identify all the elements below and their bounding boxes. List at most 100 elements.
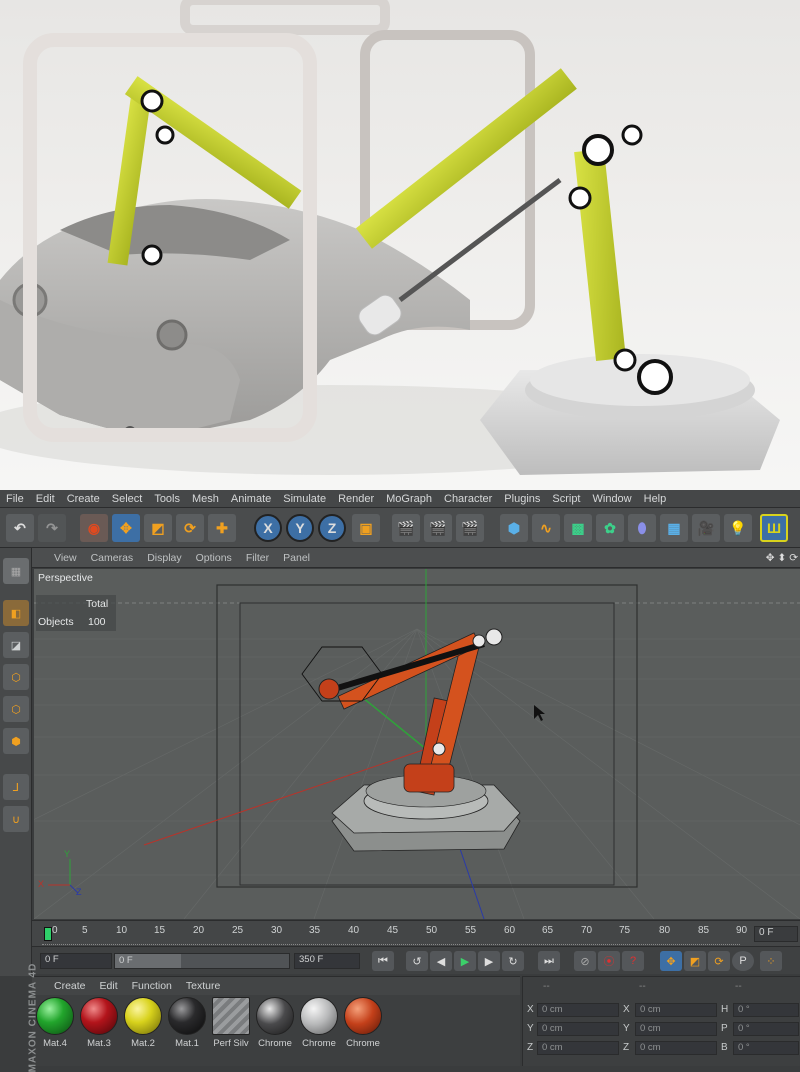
menu-animate[interactable]: Animate <box>225 490 277 508</box>
menu-window[interactable]: Window <box>587 490 638 508</box>
menu-simulate[interactable]: Simulate <box>277 490 332 508</box>
viewport-nav-icons[interactable]: ✥ ⬍ ⟳ <box>759 552 800 564</box>
menu-mograph[interactable]: MoGraph <box>380 490 438 508</box>
frame-slider-handle[interactable]: 0 F <box>115 954 181 968</box>
coordinate-system-button[interactable]: ▣ <box>352 514 380 542</box>
vp-menu-panel[interactable]: Panel <box>276 552 317 564</box>
array-button[interactable]: ✿ <box>596 514 624 542</box>
points-mode-button[interactable]: ⬡ <box>3 664 29 690</box>
key-rotation-button[interactable]: ⟳ <box>708 951 730 971</box>
menu-help[interactable]: Help <box>638 490 673 508</box>
edges-mode-button[interactable]: ⬡ <box>3 696 29 722</box>
move-tool-button[interactable]: ✥ <box>112 514 140 542</box>
position-y-field[interactable]: 0 cm <box>537 1022 619 1036</box>
render-picture-viewer-button[interactable]: 🎬 <box>424 514 452 542</box>
position-x-field[interactable]: 0 cm <box>537 1003 619 1017</box>
mat-menu-texture[interactable]: Texture <box>179 980 227 992</box>
scale-tool-button[interactable]: ◩ <box>144 514 172 542</box>
mat-menu-edit[interactable]: Edit <box>93 980 125 992</box>
size-x-field[interactable]: 0 cm <box>635 1003 717 1017</box>
object-mode-button[interactable]: ▦ <box>3 558 29 584</box>
model-mode-button[interactable]: ◧ <box>3 600 29 626</box>
start-frame-field[interactable]: 0 F <box>40 953 112 969</box>
camera-button[interactable]: 🎥 <box>692 514 720 542</box>
material-swatch[interactable]: Mat.1 <box>167 997 207 1055</box>
rotation-h-field[interactable]: 0 ° <box>733 1003 799 1017</box>
vp-menu-cameras[interactable]: Cameras <box>84 552 141 564</box>
live-selection-button[interactable]: ◉ <box>80 514 108 542</box>
menu-create[interactable]: Create <box>61 490 106 508</box>
menu-script[interactable]: Script <box>546 490 586 508</box>
menu-file[interactable]: File <box>0 490 30 508</box>
layout-button[interactable]: Ш <box>760 514 788 542</box>
menu-plugins[interactable]: Plugins <box>498 490 546 508</box>
snap-button[interactable]: ∪ <box>3 806 29 832</box>
perspective-viewport[interactable]: Perspective Total Objects 100 Y X Z <box>34 569 800 919</box>
size-y-field[interactable]: 0 cm <box>635 1022 717 1036</box>
key-scale-button[interactable]: ◩ <box>684 951 706 971</box>
material-swatch[interactable]: Mat.3 <box>79 997 119 1055</box>
goto-end-button[interactable]: ⏭ <box>538 951 560 971</box>
material-preview <box>168 997 206 1035</box>
key-position-button[interactable]: ✥ <box>660 951 682 971</box>
menu-edit[interactable]: Edit <box>30 490 61 508</box>
selection-cursor-icon: ◉ <box>87 519 101 536</box>
material-swatch[interactable]: Chrome <box>255 997 295 1055</box>
record-keys-button[interactable]: ⊘ <box>574 951 596 971</box>
current-frame-field[interactable]: 0 F <box>754 926 798 942</box>
cube-object-button[interactable]: ⬢ <box>500 514 528 542</box>
goto-start-button[interactable]: ⏮ <box>372 951 394 971</box>
menu-mesh[interactable]: Mesh <box>186 490 225 508</box>
texture-mode-button[interactable]: ◪ <box>3 632 29 658</box>
next-key-button[interactable]: ↻ <box>502 951 524 971</box>
vp-menu-filter[interactable]: Filter <box>239 552 276 564</box>
rotation-b-field[interactable]: 0 ° <box>733 1041 799 1055</box>
material-swatch[interactable]: Perf Silv <box>211 997 251 1055</box>
subdivision-button[interactable]: ▩ <box>564 514 592 542</box>
material-swatch[interactable]: Mat.2 <box>123 997 163 1055</box>
floor-button[interactable]: ▦ <box>660 514 688 542</box>
vp-menu-options[interactable]: Options <box>189 552 239 564</box>
end-frame-field[interactable]: 350 F <box>294 953 360 969</box>
frame-slider[interactable]: 0 F <box>114 953 290 969</box>
material-swatch[interactable]: Chrome <box>299 997 339 1055</box>
rotation-p-field[interactable]: 0 ° <box>733 1022 799 1036</box>
redo-button[interactable]: ↷ <box>38 514 66 542</box>
timeline-ruler[interactable]: 0 5 10 15 20 25 30 35 40 45 50 55 60 65 … <box>32 920 800 946</box>
prev-frame-button[interactable]: ◀ <box>430 951 452 971</box>
deformer-button[interactable]: ⬮ <box>628 514 656 542</box>
next-frame-button[interactable]: ▶ <box>478 951 500 971</box>
x-axis-lock-button[interactable]: X <box>254 514 282 542</box>
polygons-mode-button[interactable]: ⬢ <box>3 728 29 754</box>
mat-menu-create[interactable]: Create <box>32 980 93 992</box>
prev-key-button[interactable]: ↺ <box>406 951 428 971</box>
key-point-level-button[interactable]: ⁘ <box>760 951 782 971</box>
vp-menu-view[interactable]: View <box>32 552 84 564</box>
material-swatch[interactable]: Chrome <box>343 997 383 1055</box>
render-settings-button[interactable]: 🎬 <box>456 514 484 542</box>
menu-select[interactable]: Select <box>106 490 149 508</box>
position-z-field[interactable]: 0 cm <box>537 1041 619 1055</box>
keyframe-selection-button[interactable]: ? <box>622 951 644 971</box>
menu-tools[interactable]: Tools <box>148 490 186 508</box>
vp-menu-display[interactable]: Display <box>140 552 188 564</box>
menu-character[interactable]: Character <box>438 490 498 508</box>
key-parameter-button[interactable]: P <box>732 951 754 971</box>
y-axis-lock-button[interactable]: Y <box>286 514 314 542</box>
spline-pen-button[interactable]: ∿ <box>532 514 560 542</box>
undo-button[interactable]: ↶ <box>6 514 34 542</box>
material-swatch[interactable]: Mat.4 <box>35 997 75 1055</box>
axis-mode-button[interactable]: ⅃ <box>3 774 29 800</box>
mat-menu-function[interactable]: Function <box>125 980 179 992</box>
playhead-marker[interactable] <box>44 927 52 941</box>
size-z-field[interactable]: 0 cm <box>635 1041 717 1055</box>
z-axis-lock-button[interactable]: Z <box>318 514 346 542</box>
add-tool-button[interactable]: ✚ <box>208 514 236 542</box>
autokey-button[interactable]: ⦿ <box>598 951 620 971</box>
render-view-button[interactable]: 🎬 <box>392 514 420 542</box>
axis-z-letter: Z <box>76 887 82 897</box>
rotate-tool-button[interactable]: ⟳ <box>176 514 204 542</box>
menu-render[interactable]: Render <box>332 490 380 508</box>
play-button[interactable]: ▶ <box>454 951 476 971</box>
light-button[interactable]: 💡 <box>724 514 752 542</box>
